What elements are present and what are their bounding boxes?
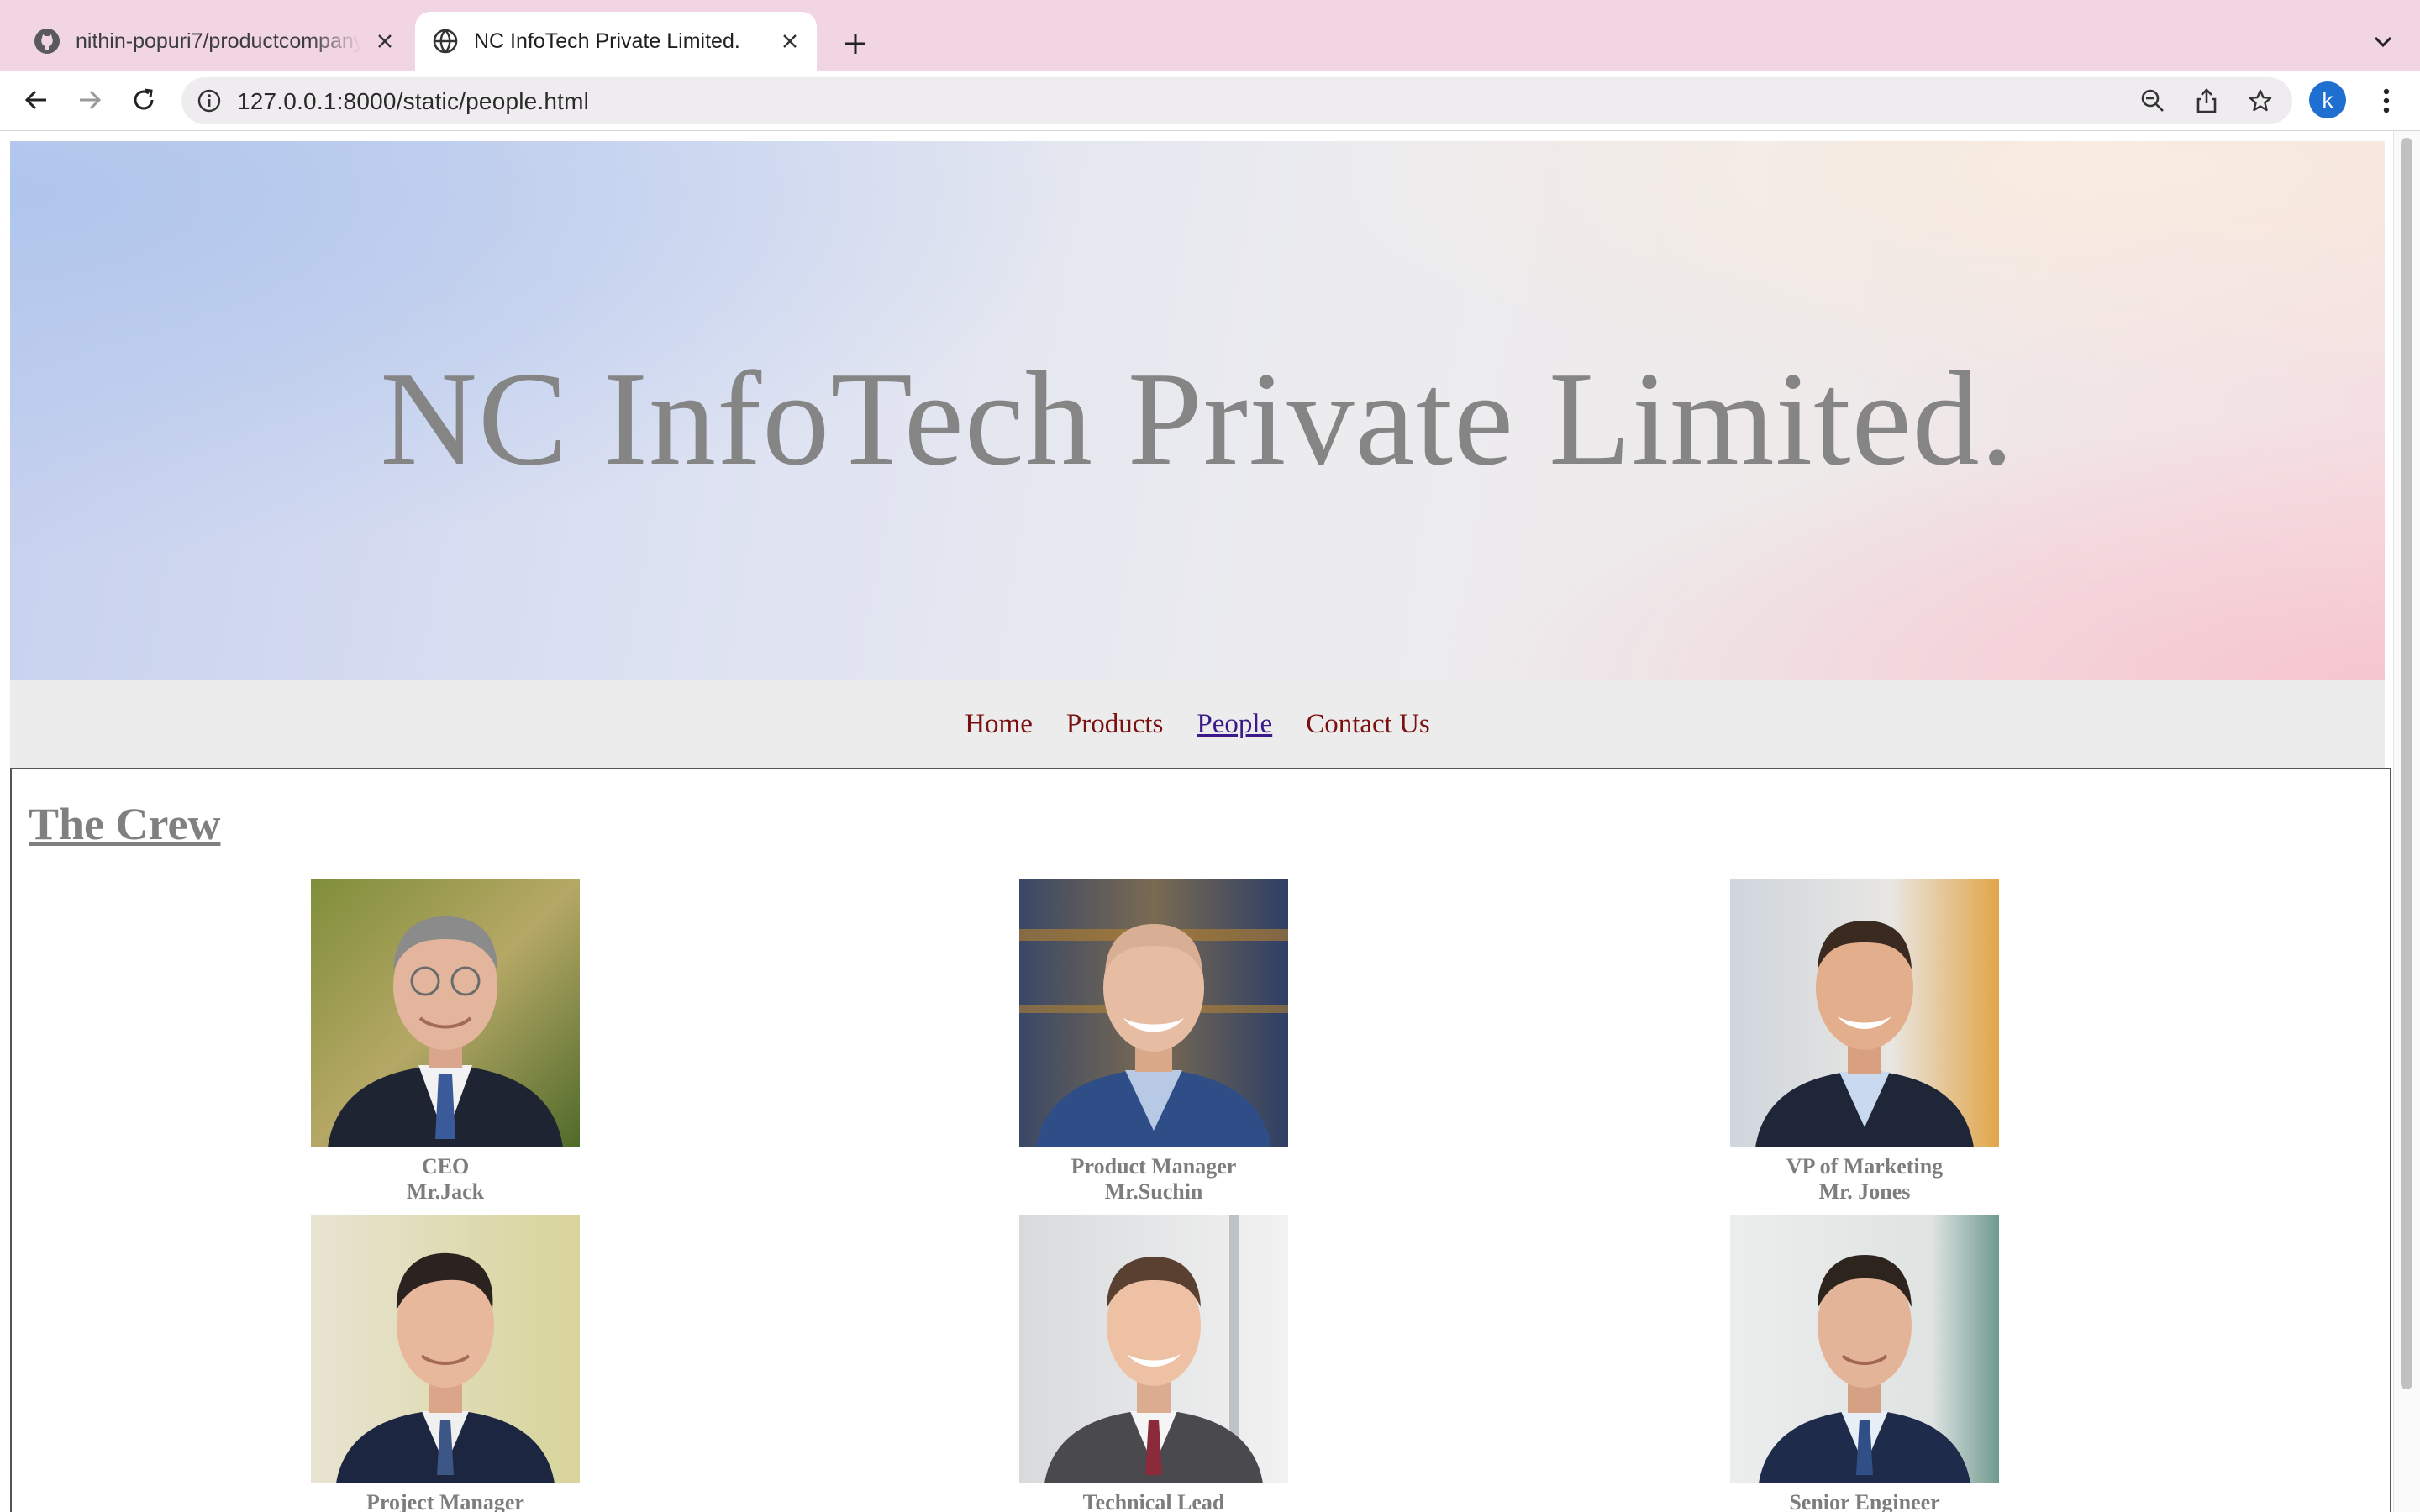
tab-strip: nithin-popuri7/productcompany NC InfoTec… [0, 0, 2420, 71]
page-scrollbar[interactable] [2393, 131, 2420, 1512]
portrait-photo [1730, 1215, 1999, 1483]
person-name: Mr.Suchin [1104, 1179, 1203, 1204]
person-role: Project Manager [366, 1490, 524, 1512]
crew-section: The Crew CEO Mr.Jack Product Manager Mr.… [10, 768, 2391, 1512]
portrait-photo [1730, 879, 1999, 1147]
person-role: Senior Engineer [1789, 1490, 1940, 1512]
close-icon[interactable] [775, 26, 805, 56]
person-card: Senior Engineer [1730, 1215, 1999, 1512]
github-icon [34, 29, 60, 54]
zoom-out-icon[interactable] [2136, 84, 2170, 118]
person-card: CEO Mr.Jack [311, 879, 580, 1205]
tab-title: nithin-popuri7/productcompany [76, 29, 361, 53]
profile-avatar[interactable]: k [2309, 81, 2346, 118]
tab-nc-infotech[interactable]: NC InfoTech Private Limited. [415, 12, 817, 71]
tab-github[interactable]: nithin-popuri7/productcompany [17, 12, 412, 71]
forward-button[interactable] [69, 79, 111, 121]
person-card: Product Manager Mr.Suchin [1019, 879, 1288, 1205]
nav-contact-us[interactable]: Contact Us [1306, 709, 1430, 740]
chevron-down-icon [2374, 36, 2392, 48]
person-role: VP of Marketing [1786, 1154, 1944, 1179]
scrollbar-thumb[interactable] [2401, 138, 2412, 1389]
company-title: NC InfoTech Private Limited. [380, 344, 2015, 493]
reload-button[interactable] [123, 79, 165, 121]
person-role: Technical Lead [1082, 1490, 1225, 1512]
browser-toolbar: 127.0.0.1:8000/static/people.html k [0, 71, 2420, 131]
portrait-photo [311, 879, 580, 1147]
new-tab-button[interactable] [837, 25, 874, 62]
url-text[interactable]: 127.0.0.1:8000/static/people.html [237, 88, 589, 115]
person-role: CEO [421, 1154, 470, 1179]
section-title: The Crew [29, 799, 221, 849]
tab-title: NC InfoTech Private Limited. [474, 29, 740, 53]
back-button[interactable] [15, 79, 57, 121]
person-role: Product Manager [1071, 1154, 1237, 1179]
globe-icon [433, 29, 458, 54]
portrait-photo [311, 1215, 580, 1483]
arrow-left-icon [24, 90, 46, 110]
address-bar[interactable]: 127.0.0.1:8000/static/people.html [182, 77, 2292, 124]
info-icon[interactable] [197, 88, 222, 113]
person-card: VP of Marketing Mr. Jones [1730, 879, 1999, 1205]
portrait-photo [1019, 1215, 1288, 1483]
page-viewport: NC InfoTech Private Limited. Home Produc… [0, 131, 2393, 1512]
person-card: Technical Lead [1019, 1215, 1288, 1512]
share-icon[interactable] [2190, 84, 2223, 118]
tab-search-button[interactable] [2366, 25, 2400, 59]
person-name: Mr.Jack [406, 1179, 485, 1204]
bookmark-star-icon[interactable] [2244, 84, 2277, 118]
nav-people[interactable]: People [1197, 709, 1272, 740]
site-nav: Home Products People Contact Us [10, 680, 2385, 768]
nav-home[interactable]: Home [965, 709, 1033, 740]
person-card: Project Manager [311, 1215, 580, 1512]
portrait-photo [1019, 879, 1288, 1147]
arrow-right-icon [80, 90, 102, 110]
reload-icon [134, 88, 154, 110]
person-name: Mr. Jones [1818, 1179, 1911, 1204]
close-icon[interactable] [370, 26, 400, 56]
nav-products[interactable]: Products [1066, 709, 1164, 740]
kebab-menu-icon[interactable] [2368, 81, 2405, 121]
plus-icon [845, 34, 865, 54]
hero-banner: NC InfoTech Private Limited. [10, 141, 2385, 680]
